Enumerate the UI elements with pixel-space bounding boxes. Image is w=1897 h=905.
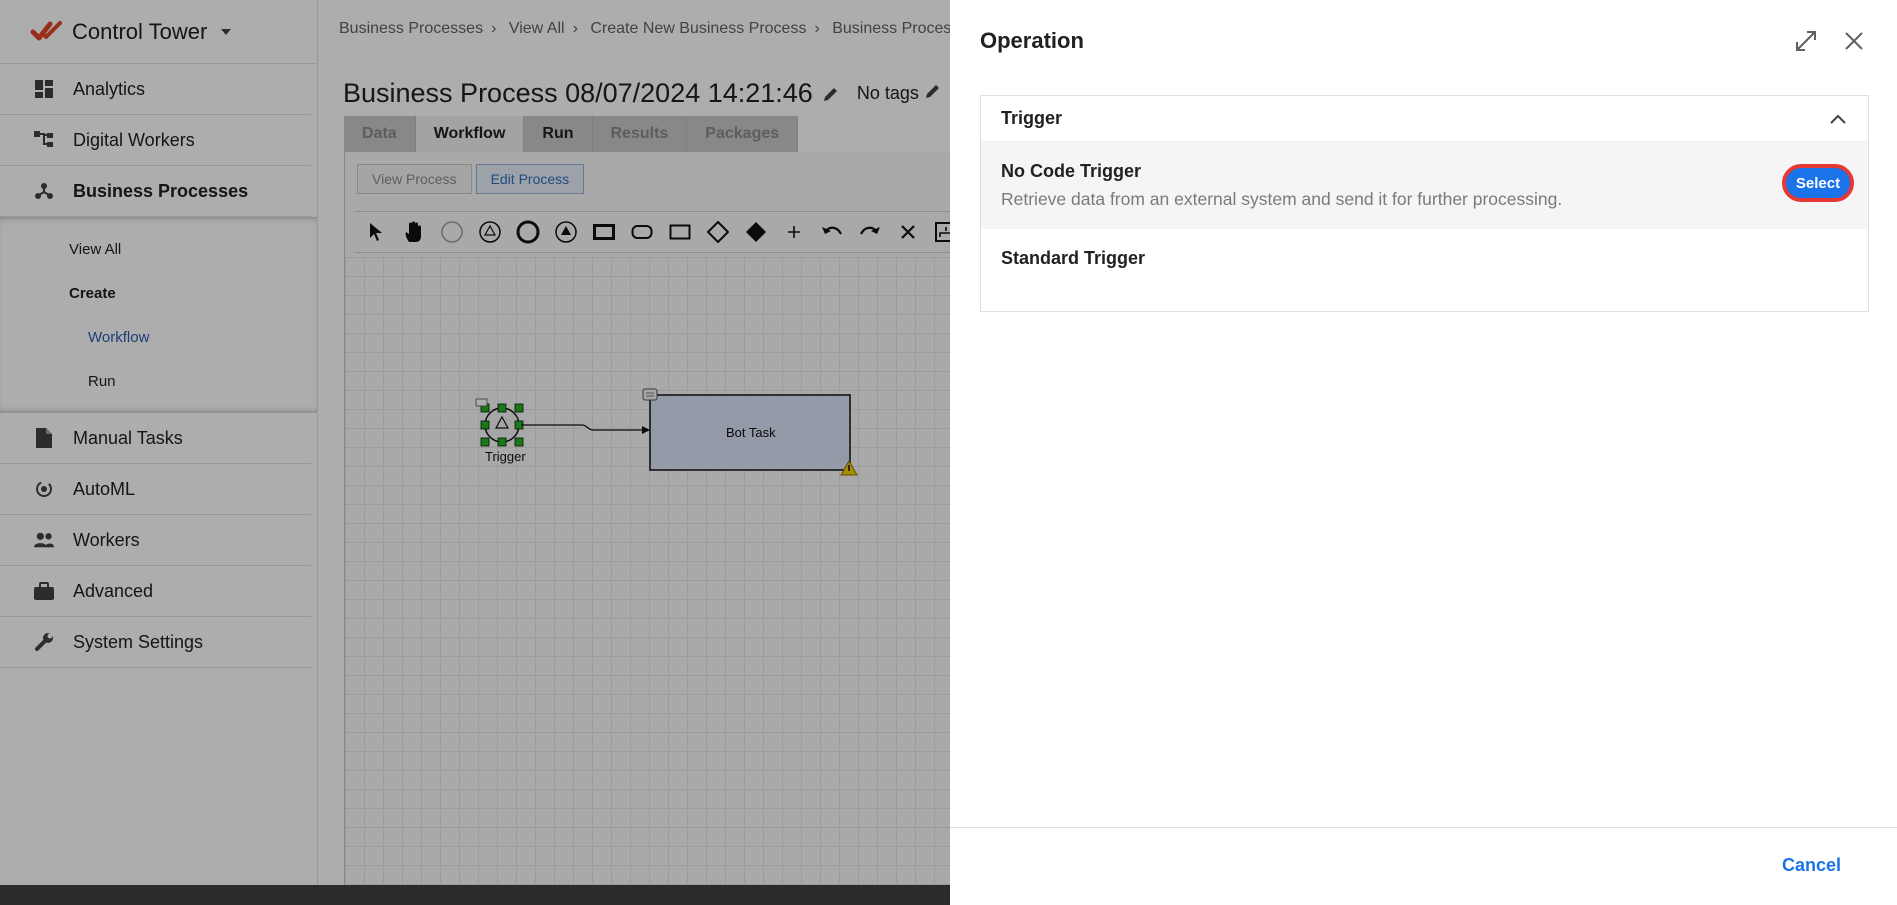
panel-actions (1793, 28, 1867, 54)
chevron-up-icon (1830, 114, 1846, 124)
option-description: Retrieve data from an external system an… (1001, 189, 1563, 209)
close-icon[interactable] (1841, 28, 1867, 54)
modal-backdrop[interactable] (0, 0, 950, 885)
trigger-accordion: Trigger No Code Trigger Retrieve data fr… (980, 95, 1869, 312)
select-button[interactable]: Select (1782, 164, 1854, 202)
accordion-title: Trigger (1001, 108, 1063, 128)
panel-footer-divider (950, 827, 1897, 828)
option-title: No Code Trigger (1001, 161, 1142, 181)
operation-panel: Operation Trigger No Code Trigger Retrie… (950, 0, 1897, 905)
option-title: Standard Trigger (1001, 248, 1146, 268)
expand-icon[interactable] (1793, 28, 1819, 54)
cancel-button[interactable]: Cancel (1782, 855, 1841, 876)
trigger-accordion-header[interactable]: Trigger (981, 96, 1868, 142)
standard-trigger-option[interactable]: Standard Trigger (981, 229, 1868, 269)
no-code-trigger-option[interactable]: No Code Trigger Retrieve data from an ex… (981, 142, 1868, 229)
bottom-bar (0, 885, 950, 905)
panel-title: Operation (980, 28, 1084, 53)
